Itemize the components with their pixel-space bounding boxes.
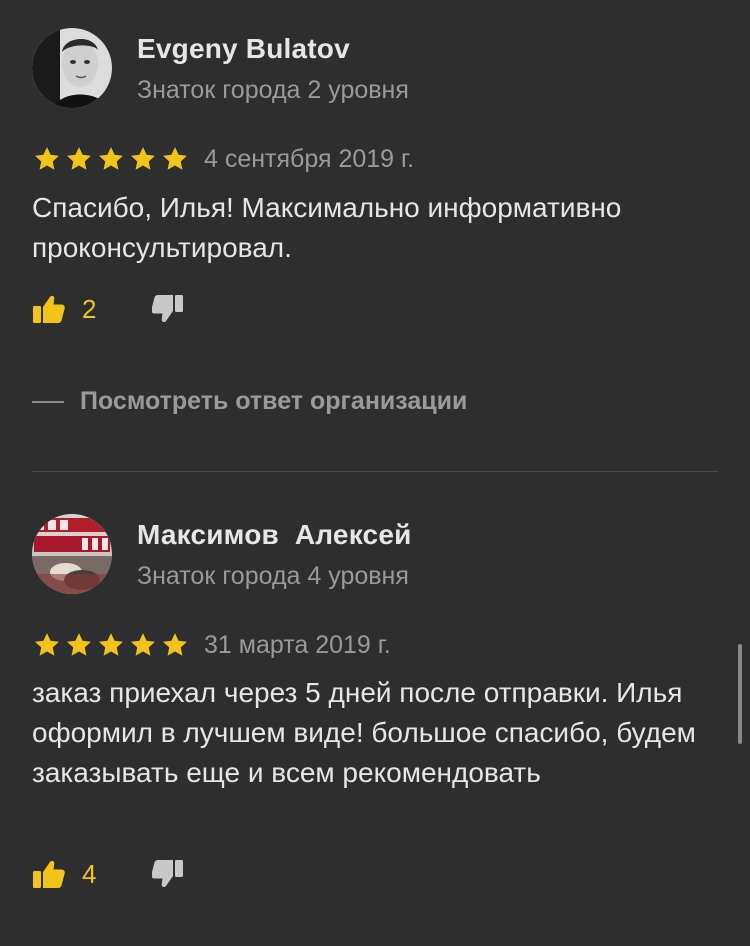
review-date: 4 сентября 2019 г. <box>204 145 415 173</box>
reviews-page: Evgeny Bulatov Знаток города 2 уровня 4 … <box>0 0 750 946</box>
review-divider <box>32 471 718 472</box>
dash-divider <box>32 400 64 403</box>
like-count: 4 <box>82 859 97 889</box>
star-icon <box>161 631 189 659</box>
star-icon <box>97 631 125 659</box>
review-text: Спасибо, Илья! Максимально информативно … <box>32 192 622 263</box>
rating-stars <box>33 145 189 173</box>
star-icon <box>161 145 189 173</box>
author-name[interactable]: Максимов Алексей <box>137 519 412 551</box>
view-organization-answer-link[interactable]: Посмотреть ответ организации <box>32 387 467 416</box>
answer-link-label: Посмотреть ответ организации <box>80 387 468 415</box>
thumbs-down-icon[interactable] <box>152 294 184 324</box>
rating-stars <box>33 631 189 659</box>
star-icon <box>33 631 61 659</box>
avatar[interactable] <box>32 28 112 108</box>
thumbs-up-icon[interactable] <box>32 859 66 889</box>
avatar[interactable] <box>32 514 112 594</box>
author-level: Знаток города 2 уровня <box>137 76 409 104</box>
thumbs-down-icon[interactable] <box>152 859 184 889</box>
star-icon <box>129 145 157 173</box>
star-icon <box>97 145 125 173</box>
star-icon <box>65 145 93 173</box>
scrollbar[interactable] <box>738 644 742 744</box>
author-name[interactable]: Evgeny Bulatov <box>137 33 350 65</box>
like-count: 2 <box>82 294 97 324</box>
star-icon <box>33 145 61 173</box>
review-text: заказ приехал через 5 дней после отправк… <box>32 677 696 788</box>
thumbs-up-icon[interactable] <box>32 294 66 324</box>
review-date: 31 марта 2019 г. <box>204 631 391 659</box>
author-level: Знаток города 4 уровня <box>137 562 409 590</box>
star-icon <box>129 631 157 659</box>
star-icon <box>65 631 93 659</box>
